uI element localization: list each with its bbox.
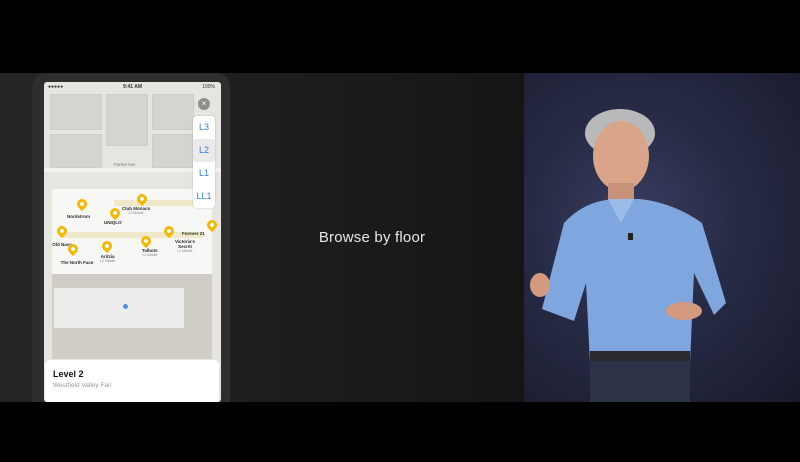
store-label[interactable]: Victoria's Secret L2 Middle [169, 239, 201, 254]
floor-button-l3[interactable]: L3 [193, 116, 215, 139]
store-label[interactable]: UNIQLO [104, 220, 122, 225]
maps-screen: ●●●●● 9:41 AM 100% Forest Ave Nordstrom … [44, 82, 221, 402]
presenter-hand-left [530, 273, 550, 297]
battery-indicator: 100% [202, 84, 215, 90]
store-label[interactable]: Club Monaco L2 Middle [122, 206, 150, 216]
venue-card[interactable]: Level 2 Westfield Valley Fair [45, 360, 219, 402]
presenter-stage [524, 73, 800, 402]
floor-button-ll1[interactable]: LL1 [193, 185, 215, 208]
map-block [50, 94, 102, 130]
location-dot [123, 304, 128, 309]
floor-selector: L3 L2 L1 LL1 [193, 116, 215, 208]
slide-caption: Browse by floor [318, 229, 426, 246]
store-label[interactable]: Forever 21 [182, 231, 205, 236]
presenter-trousers [590, 361, 690, 402]
road-label: Forest Ave [114, 162, 136, 167]
slide: ●●●●● 9:41 AM 100% Forest Ave Nordstrom … [0, 73, 524, 402]
floor-button-l1[interactable]: L1 [193, 162, 215, 185]
presenter-belt [590, 351, 690, 361]
status-bar: ●●●●● 9:41 AM 100% [44, 82, 221, 92]
lapel-mic-icon [628, 233, 633, 240]
presenter-figure [530, 109, 726, 402]
floor-button-l2[interactable]: L2 [193, 139, 215, 162]
presenter-face [593, 121, 649, 191]
keynote-frame: ●●●●● 9:41 AM 100% Forest Ave Nordstrom … [0, 0, 800, 462]
store-label[interactable]: Aritzia L2 Middle [100, 254, 115, 264]
presenter-shirt [542, 199, 726, 363]
store-label[interactable]: Talbots L2 Middle [142, 248, 158, 258]
card-title: Level 2 [53, 369, 84, 379]
parking-garage [54, 288, 184, 328]
map-block [106, 94, 148, 146]
close-icon[interactable]: × [198, 98, 210, 110]
letterbox-bottom [0, 402, 800, 462]
letterbox-top [0, 0, 800, 73]
map-block [50, 134, 102, 168]
map-block [152, 94, 194, 130]
map-block [152, 134, 194, 168]
card-subtitle: Westfield Valley Fair [53, 382, 112, 389]
iphone-device: ●●●●● 9:41 AM 100% Forest Ave Nordstrom … [32, 73, 230, 402]
presenter-hand-right [666, 302, 702, 320]
store-label[interactable]: Nordstrom [67, 214, 90, 219]
status-time: 9:41 AM [123, 84, 142, 90]
store-label[interactable]: The North Face [60, 260, 94, 265]
